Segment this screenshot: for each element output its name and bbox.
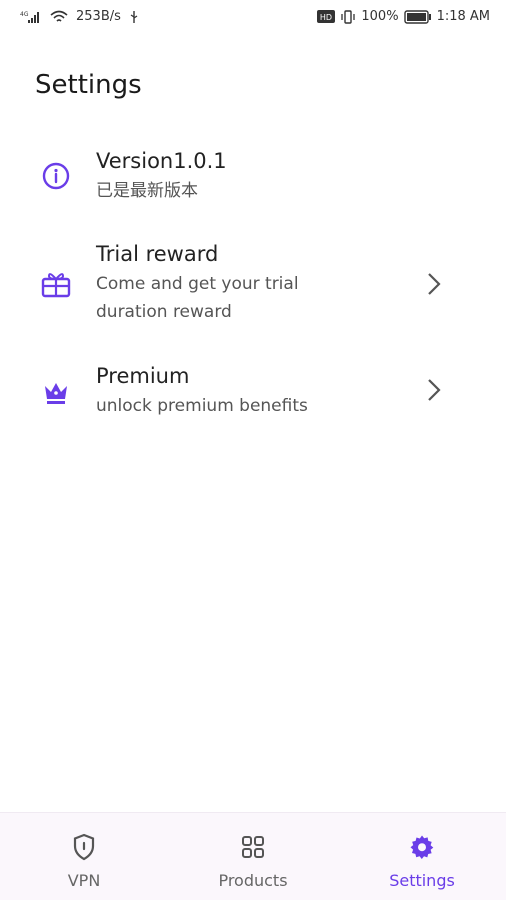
network-speed: 253B/s [76,9,121,24]
settings-item-trial-reward[interactable]: Trial reward Come and get your trial dur… [0,238,506,338]
settings-item-subtitle-line-2: duration reward [96,302,232,322]
page-title: Settings [35,70,142,100]
settings-item-subtitle: 已是最新版本 [96,181,198,201]
info-icon [40,160,72,192]
chevron-right-icon [424,376,444,404]
cellular-signal-icon: 4G [20,10,42,24]
status-bar: 4G 253B/s HD 100% 1:18 AM [0,0,506,36]
status-left: 4G 253B/s [20,9,139,24]
settings-item-title: Premium [96,364,190,388]
nav-tab-products[interactable]: Products [193,813,313,900]
hd-icon: HD [317,10,336,23]
settings-item-title: Version1.0.1 [96,149,227,173]
settings-item-version[interactable]: Version1.0.1 已是最新版本 [0,140,506,220]
wifi-icon [50,10,68,24]
settings-item-subtitle-line-1: Come and get your trial [96,274,299,294]
chevron-right-icon [424,270,444,298]
status-right: HD 100% 1:18 AM [317,9,490,24]
settings-item-premium[interactable]: Premium unlock premium benefits [0,360,506,430]
usb-icon [129,10,139,24]
vibrate-icon [340,9,356,24]
gift-icon [40,268,72,300]
settings-item-text: Premium unlock premium benefits [96,362,396,420]
svg-text:4G: 4G [20,11,29,18]
settings-item-subtitle: unlock premium benefits [96,396,308,416]
clock: 1:18 AM [436,9,490,24]
shield-icon [70,833,98,861]
crown-icon [40,376,72,408]
nav-label: Products [218,871,288,890]
bottom-nav: VPN Products Settings [0,812,506,900]
nav-label: VPN [67,871,101,890]
settings-item-title: Trial reward [96,242,219,266]
svg-text:HD: HD [320,13,332,22]
settings-item-text: Version1.0.1 已是最新版本 [96,147,396,205]
nav-tab-vpn[interactable]: VPN [24,813,144,900]
battery-percent: 100% [361,9,399,24]
settings-item-text: Trial reward Come and get your trial dur… [96,240,396,326]
nav-tab-settings[interactable]: Settings [362,813,482,900]
nav-label: Settings [389,871,455,890]
battery-icon [403,9,432,24]
gear-icon [408,833,436,861]
grid-icon [239,833,267,861]
